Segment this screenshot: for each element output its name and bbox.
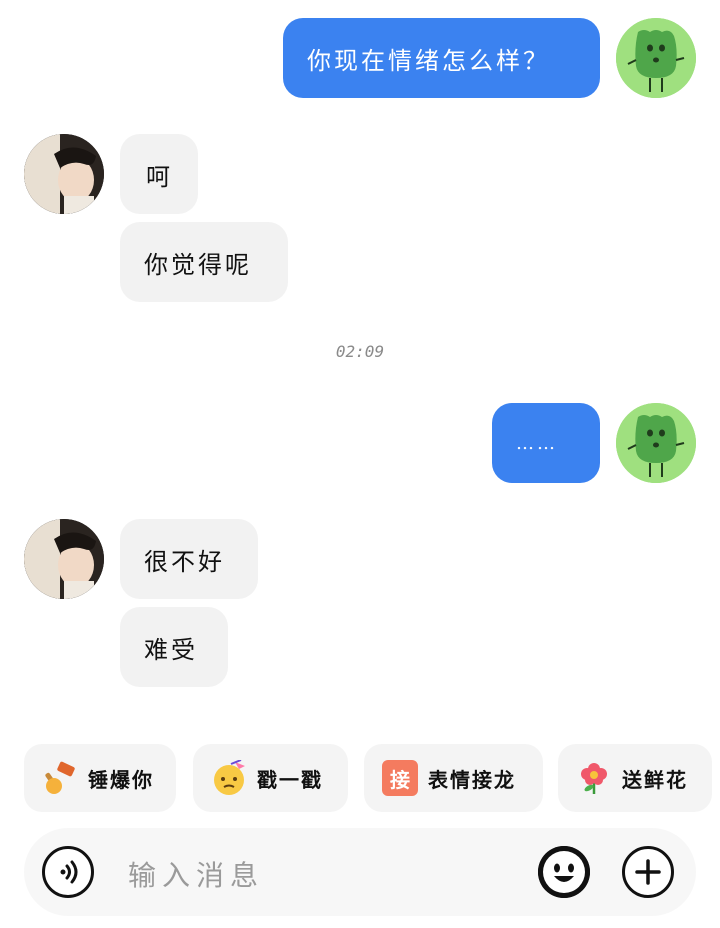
contact-avatar[interactable] [24,519,104,599]
message-timestamp: 02:09 [335,342,385,361]
message-input-bar: 输入消息 [24,828,696,916]
green-creature-icon [616,18,696,98]
message-text: 很不好 [144,547,225,576]
quick-action-flower[interactable]: 送鲜花 [558,744,712,812]
badge-text: 接 [390,767,410,792]
poke-face-icon [211,760,247,796]
plus-icon [635,859,661,885]
message-text: 呵 [146,162,173,191]
contact-photo-icon [24,134,104,214]
quick-action-sticker-chain[interactable]: 接 表情接龙 [364,744,543,812]
my-avatar[interactable] [616,403,696,483]
green-creature-icon [616,403,696,483]
message-bubble-received[interactable]: 难受 [120,607,228,687]
message-bubble-received[interactable]: 你觉得呢 [120,222,288,302]
more-button[interactable] [622,846,674,898]
quick-action-poke[interactable]: 戳一戳 [193,744,348,812]
chip-label: 戳一戳 [257,767,323,792]
message-text: …… [516,432,558,454]
message-text: 你觉得呢 [144,250,252,279]
contact-photo-icon [24,519,104,599]
chip-label: 表情接龙 [428,767,516,792]
chip-label: 送鲜花 [622,767,688,792]
message-text: 难受 [144,635,198,664]
message-bubble-received[interactable]: 呵 [120,134,198,214]
message-bubble-received[interactable]: 很不好 [120,519,258,599]
message-bubble-sent[interactable]: …… [492,403,600,483]
message-bubble-sent[interactable]: 你现在情绪怎么样？ [283,18,600,98]
emoji-icon [538,846,590,898]
chip-label: 锤爆你 [88,767,154,792]
my-avatar[interactable] [616,18,696,98]
message-text: 你现在情绪怎么样？ [307,46,550,75]
voice-button[interactable] [42,846,94,898]
emoji-button[interactable] [538,846,590,898]
message-input[interactable]: 输入消息 [128,854,264,894]
jie-badge-icon: 接 [382,760,418,796]
quick-action-hammer[interactable]: 锤爆你 [24,744,176,812]
flower-icon [576,760,612,796]
contact-avatar[interactable] [24,134,104,214]
hammer-fist-icon [42,760,78,796]
voice-icon [60,860,78,884]
